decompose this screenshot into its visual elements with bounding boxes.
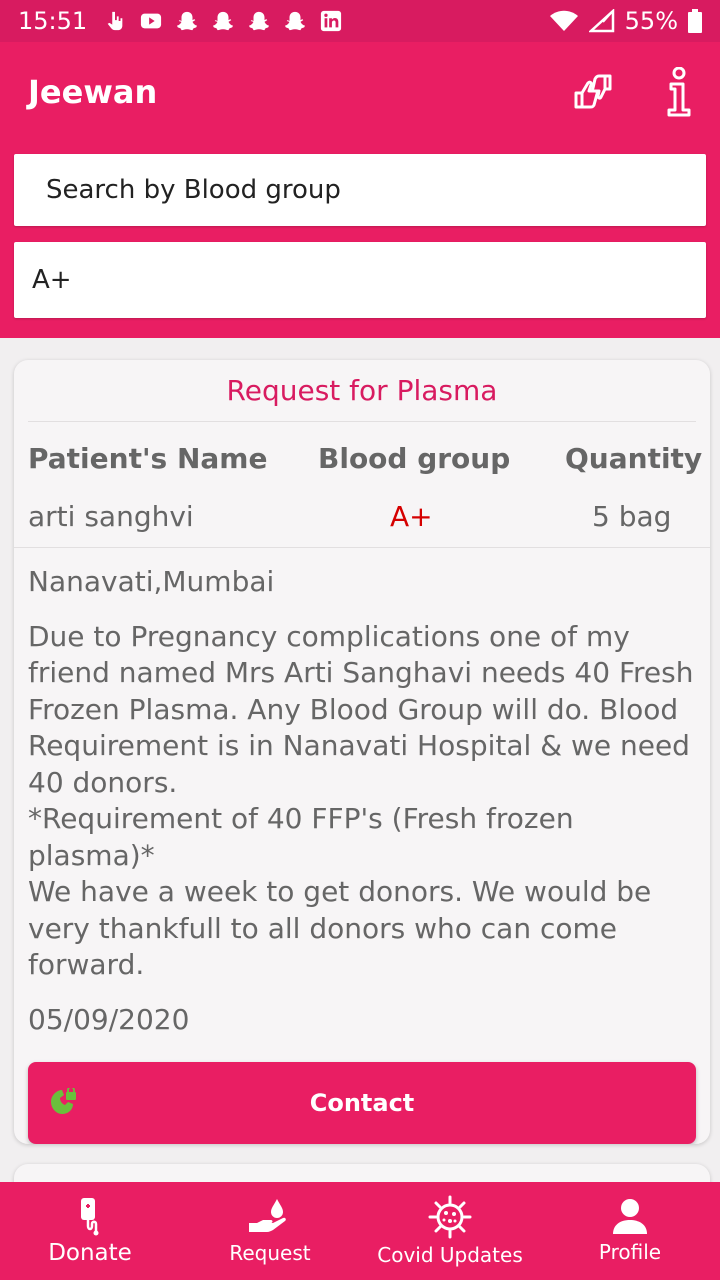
nav-covid-updates[interactable]: Covid Updates [360, 1182, 540, 1280]
request-title: Request for Plasma [28, 360, 696, 422]
nav-request[interactable]: Request [180, 1182, 360, 1280]
request-date: 05/09/2020 [28, 1002, 190, 1036]
nav-donate[interactable]: Donate [0, 1182, 180, 1280]
battery-percent: 55% [624, 7, 678, 35]
snapchat-icon [213, 11, 234, 31]
blood-bag-icon [81, 1198, 99, 1236]
col-header-patient-name: Patient's Name [28, 442, 268, 475]
status-bar: 15:51 55% [0, 0, 720, 42]
description-line: Due to Pregnancy complications one of my… [28, 619, 694, 799]
snapchat-icon [177, 11, 198, 31]
phone-lock-icon [51, 1088, 76, 1114]
contact-button[interactable]: Contact [28, 1062, 696, 1144]
search-area: Search by Blood group A+ [0, 142, 720, 338]
description-line: *Requirement of 40 FFP's (Fresh frozen p… [28, 802, 574, 872]
request-details: Patient's Name Blood group Quantity arti… [14, 422, 710, 548]
app-bar: Jeewan [0, 42, 720, 142]
app-title: Jeewan [28, 73, 158, 111]
person-icon [613, 1199, 647, 1234]
search-input-text: Search by Blood group [46, 175, 341, 205]
info-icon[interactable] [666, 67, 692, 117]
hand-drop-icon [249, 1199, 286, 1232]
youtube-icon [141, 13, 162, 29]
snapchat-icon [249, 11, 270, 31]
nav-profile[interactable]: Profile [540, 1182, 720, 1280]
battery-icon [688, 9, 702, 33]
notification-icons [103, 10, 343, 32]
wifi-icon [549, 10, 578, 31]
col-header-quantity: Quantity [565, 442, 703, 475]
hand-pointer-icon [107, 11, 123, 31]
virus-icon [428, 1195, 472, 1239]
snapchat-icon [285, 11, 306, 31]
description-line: We have a week to get donors. We would b… [28, 875, 652, 981]
col-header-blood-group: Blood group [318, 442, 511, 475]
request-description: Due to Pregnancy complications one of my… [28, 619, 696, 984]
nav-label-profile: Profile [598, 1240, 662, 1264]
blood-group-input-value: A+ [32, 265, 72, 295]
blood-group-input[interactable]: A+ [14, 242, 706, 318]
search-input[interactable]: Search by Blood group [14, 154, 706, 226]
nav-label-request: Request [229, 1241, 311, 1265]
contact-button-label: Contact [309, 1089, 415, 1117]
nav-label-covid-updates: Covid Updates [377, 1243, 523, 1267]
blood-group-value: A+ [390, 500, 433, 533]
status-time: 15:51 [18, 7, 88, 35]
signal-icon [588, 9, 614, 33]
thumbs-up-down-icon[interactable] [572, 71, 614, 113]
request-card: Request for Plasma Patient's Name Blood … [14, 360, 710, 1144]
request-location: Nanavati,Mumbai [28, 565, 275, 598]
patient-name: arti sanghvi [28, 500, 194, 533]
bottom-nav: Donate Request Covid Updates Profile [0, 1182, 720, 1280]
linkedin-icon [321, 10, 342, 32]
quantity-value: 5 bag [592, 500, 672, 533]
nav-label-donate: Donate [48, 1240, 132, 1266]
